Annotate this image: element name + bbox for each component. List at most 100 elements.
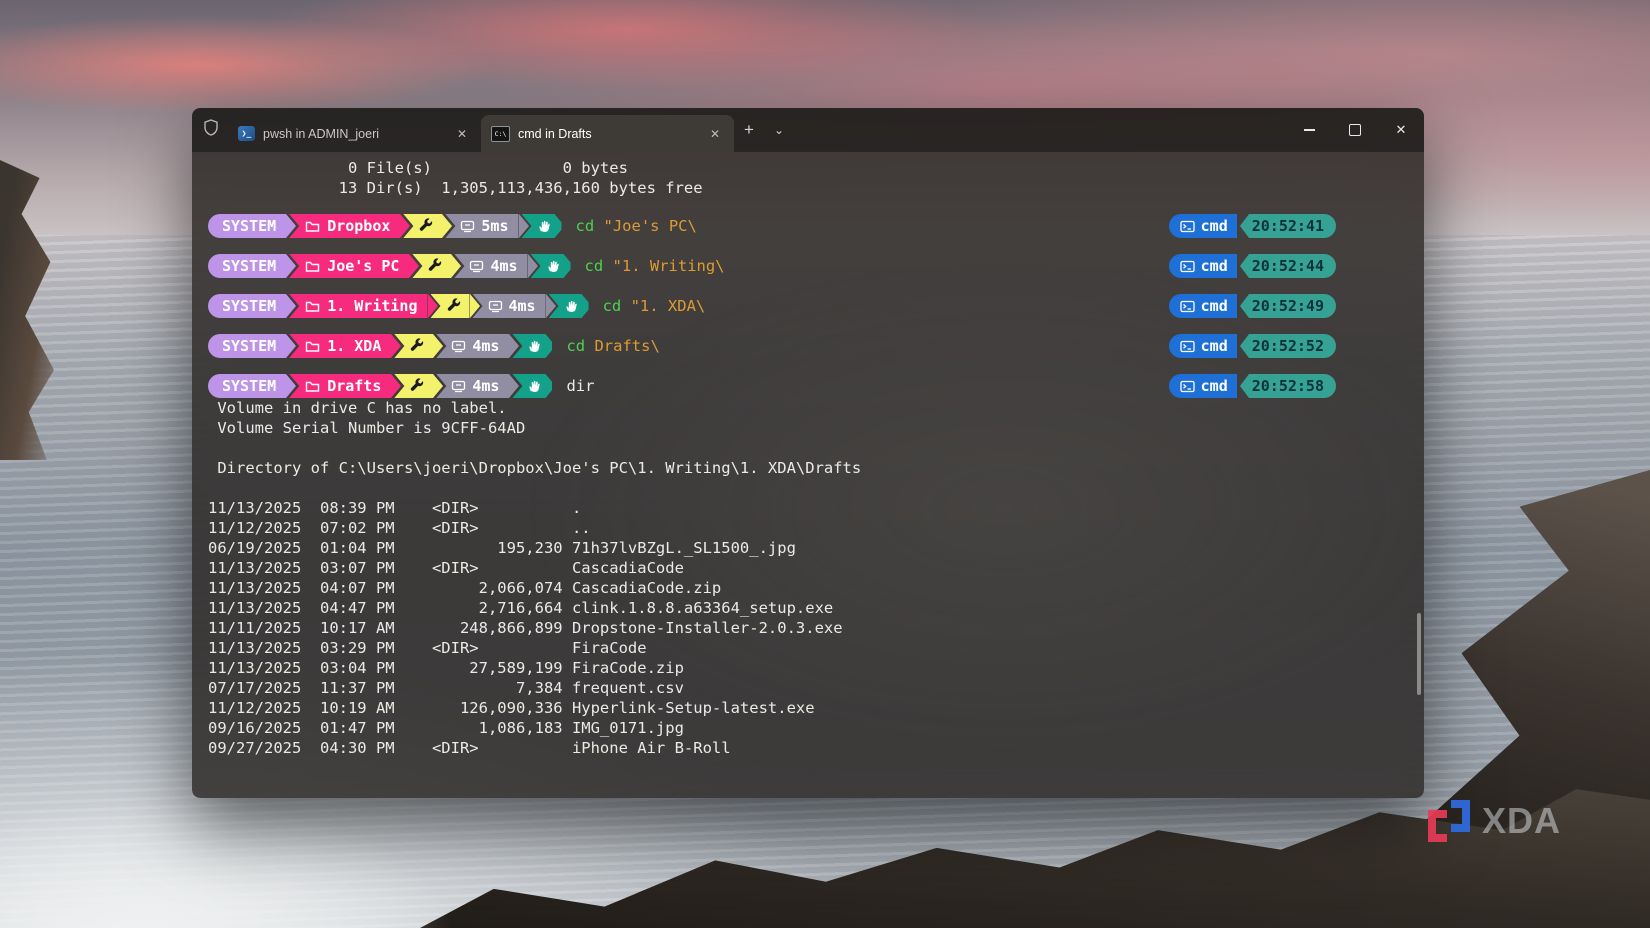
terminal-line: 11/13/2025 04:47 PM 2,716,664 clink.1.8.… xyxy=(208,599,834,617)
xda-watermark-text: XDA xyxy=(1482,800,1562,841)
tab-strip: ❯_ pwsh in ADMIN_joeri ✕ C:\ cmd in Drafts ✕ xyxy=(228,115,734,152)
tab-pwsh[interactable]: ❯_ pwsh in ADMIN_joeri ✕ xyxy=(228,115,481,152)
shield-icon xyxy=(202,118,220,142)
command-text: cd "1. XDA\ xyxy=(602,297,706,315)
terminal-line: 09/16/2025 01:47 PM 1,086,183 IMG_0171.j… xyxy=(208,719,684,737)
powerline-arrow xyxy=(286,254,297,278)
close-icon: ✕ xyxy=(1395,122,1407,137)
time-badge-arrow xyxy=(1239,374,1249,398)
prompt-segment-duration: 4ms xyxy=(436,334,510,358)
shell-badge: cmd xyxy=(1168,254,1237,278)
powerline-arrow xyxy=(451,254,462,278)
right-prompt: cmd 20:52:58 xyxy=(1168,374,1336,398)
xda-watermark: XDA xyxy=(1426,800,1561,842)
folder-icon xyxy=(305,219,320,233)
desktop: ❯_ pwsh in ADMIN_joeri ✕ C:\ cmd in Drafts ✕ … xyxy=(0,0,1650,928)
powerline-arrow xyxy=(391,334,402,358)
timer-icon xyxy=(460,220,475,233)
prompt-segment-user: SYSTEM xyxy=(208,334,287,358)
time-badge: 20:52:58 xyxy=(1248,374,1336,398)
time-badge: 20:52:44 xyxy=(1248,254,1336,278)
folder-icon xyxy=(305,339,320,353)
powerline-arrow xyxy=(427,294,438,318)
wrench-icon xyxy=(427,258,443,274)
prompt-segment-user: SYSTEM xyxy=(208,294,287,318)
wrench-icon xyxy=(409,338,425,354)
terminal-line: 06/19/2025 01:04 PM 195,230 71h37lvBZgL.… xyxy=(208,539,796,557)
hand-icon xyxy=(546,258,561,274)
powerline-arrow xyxy=(545,294,556,318)
right-prompt: cmd 20:52:49 xyxy=(1168,294,1336,318)
prompt-row: SYSTEM 1. XDA 4ms cd Drafts\ cmd 20:52:52 xyxy=(208,334,1408,358)
powerline-arrow xyxy=(442,214,453,238)
powerline-arrow xyxy=(433,334,444,358)
tab-close-icon[interactable]: ✕ xyxy=(453,127,471,141)
folder-icon xyxy=(305,259,320,273)
timer-icon xyxy=(488,300,503,313)
prompt-segment-folder: 1. Writing xyxy=(289,294,428,318)
minimize-icon xyxy=(1303,129,1315,131)
title-bar[interactable]: ❯_ pwsh in ADMIN_joeri ✕ C:\ cmd in Drafts ✕ … xyxy=(192,108,1424,152)
time-badge-arrow xyxy=(1239,214,1249,238)
command-text: cd "Joe's PC\ xyxy=(575,217,697,235)
prompt-row: SYSTEM Drafts 4ms dir cmd 20:52:58 xyxy=(208,374,1408,398)
time-badge-arrow xyxy=(1239,294,1249,318)
terminal-line: 11/11/2025 10:17 AM 248,866,899 Dropston… xyxy=(208,619,843,637)
prompt-row: SYSTEM 1. Writing 4ms cd "1. XDA\ cmd 20:52:4… xyxy=(208,294,1408,318)
prompt-segment-duration: 4ms xyxy=(472,294,546,318)
terminal-icon xyxy=(1180,220,1195,233)
time-badge-arrow xyxy=(1239,254,1249,278)
prompt-segment-folder: Drafts xyxy=(289,374,392,398)
timer-icon xyxy=(451,380,466,393)
powerline-arrow xyxy=(286,374,297,398)
wrench-icon xyxy=(446,298,462,314)
terminal-line: Directory of C:\Users\joeri\Dropbox\Joe'… xyxy=(208,459,862,477)
maximize-button[interactable] xyxy=(1332,108,1378,152)
minimize-button[interactable] xyxy=(1286,108,1332,152)
terminal-line: Volume Serial Number is 9CFF-64AD xyxy=(208,419,526,437)
tab-close-icon[interactable]: ✕ xyxy=(706,127,724,141)
powerline-arrow xyxy=(286,334,297,358)
hand-icon xyxy=(537,218,552,234)
command-text: cd Drafts\ xyxy=(566,337,660,355)
prompt-segment-folder: Joe's PC xyxy=(289,254,410,278)
prompt-segment-user: SYSTEM xyxy=(208,214,287,238)
hand-icon xyxy=(527,378,542,394)
shell-badge: cmd xyxy=(1168,374,1237,398)
terminal-scrollback[interactable]: 0 File(s) 0 bytes 13 Dir(s) 1,305,113,43… xyxy=(192,152,1424,798)
hand-icon xyxy=(564,298,579,314)
powerline-arrow xyxy=(391,374,402,398)
terminal-icon xyxy=(1180,300,1195,313)
right-prompt: cmd 20:52:41 xyxy=(1168,214,1336,238)
terminal-line: 11/12/2025 07:02 PM <DIR> .. xyxy=(208,519,591,537)
powerline-arrow xyxy=(509,334,520,358)
terminal-line: Volume in drive C has no label. xyxy=(208,399,507,417)
powerline-arrow xyxy=(469,294,480,318)
timer-icon xyxy=(469,260,484,273)
prompt-segment-user: SYSTEM xyxy=(208,374,287,398)
tab-cmd[interactable]: C:\ cmd in Drafts ✕ xyxy=(481,115,734,152)
new-tab-button[interactable]: + xyxy=(734,115,764,145)
tab-label: cmd in Drafts xyxy=(518,126,592,141)
prompt-row: SYSTEM Joe's PC 4ms cd "1. Writing\ cmd 20:52… xyxy=(208,254,1408,278)
time-badge-arrow xyxy=(1239,334,1249,358)
xda-bracket-icon xyxy=(1428,800,1470,842)
close-button[interactable]: ✕ xyxy=(1378,108,1424,152)
terminal-window: ❯_ pwsh in ADMIN_joeri ✕ C:\ cmd in Drafts ✕ … xyxy=(192,108,1424,798)
shell-badge: cmd xyxy=(1168,214,1237,238)
terminal-icon xyxy=(1180,260,1195,273)
scrollbar-thumb[interactable] xyxy=(1417,613,1421,695)
powerline-arrow xyxy=(433,374,444,398)
wrench-icon xyxy=(409,378,425,394)
powerline-arrow xyxy=(527,254,538,278)
timer-icon xyxy=(451,340,466,353)
terminal-line: 13 Dir(s) 1,305,113,436,160 bytes free xyxy=(208,179,703,197)
terminal-icon xyxy=(1180,380,1195,393)
time-badge: 20:52:41 xyxy=(1248,214,1336,238)
terminal-line: 11/13/2025 04:07 PM 2,066,074 CascadiaCo… xyxy=(208,579,722,597)
powerline-arrow xyxy=(409,254,420,278)
cmd-icon: C:\ xyxy=(491,125,510,142)
terminal-line: 11/13/2025 03:29 PM <DIR> FiraCode xyxy=(208,639,647,657)
tab-dropdown-button[interactable]: ⌄ xyxy=(764,115,794,145)
